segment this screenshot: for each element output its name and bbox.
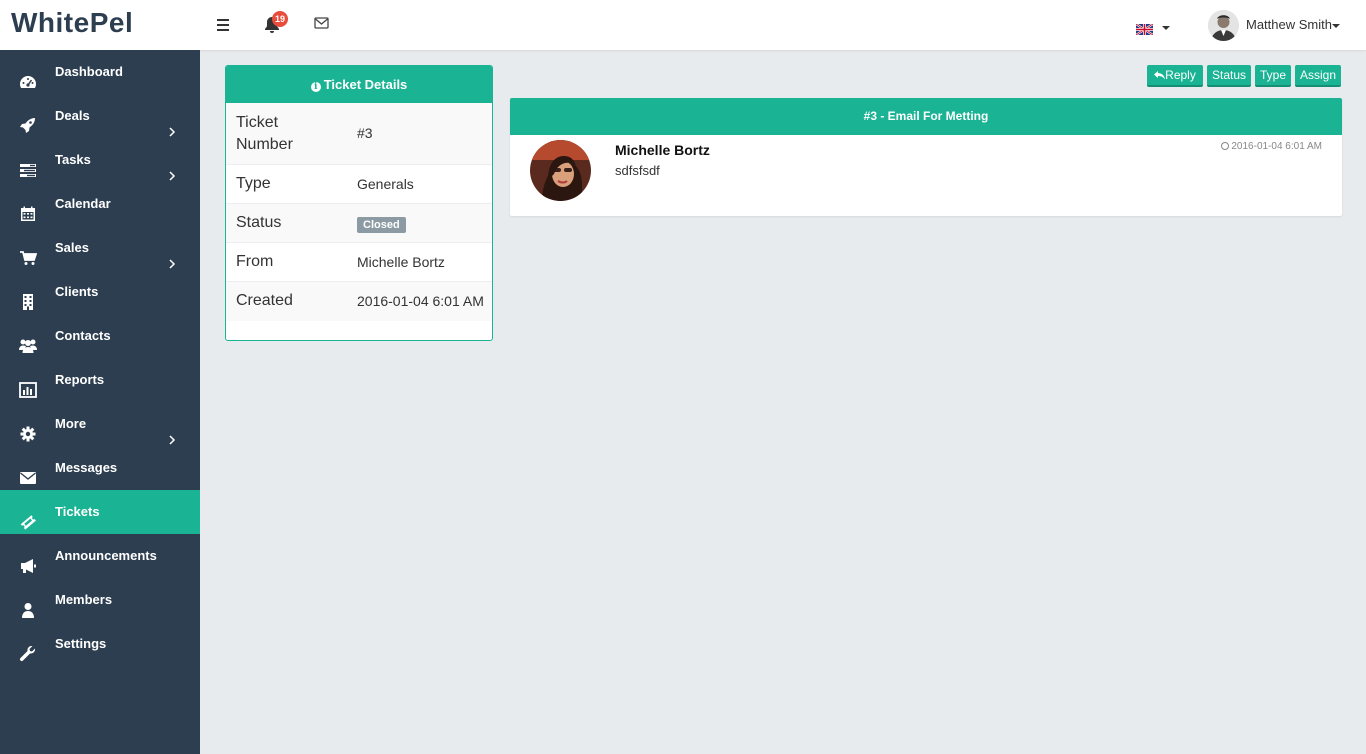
brand-logo[interactable]: WhitePel (0, 0, 200, 50)
sidebar-item-contacts[interactable]: Contacts (0, 314, 200, 358)
sidebar-item-settings[interactable]: Settings (0, 622, 200, 666)
sidebar-item-clients[interactable]: Clients (0, 270, 200, 314)
detail-row-type: Type Generals (226, 165, 492, 204)
author-avatar (530, 140, 591, 201)
detail-value: Generals (357, 176, 414, 192)
status-badge: Closed (357, 217, 406, 233)
sidebar-item-reports[interactable]: Reports (0, 358, 200, 402)
calendar-icon (19, 196, 37, 221)
sidebar-item-label: Settings (55, 636, 107, 651)
sidebar-item-members[interactable]: Members (0, 578, 200, 622)
info-icon: i (310, 82, 321, 92)
ticket-message-title: #3 - Email For Metting (510, 98, 1342, 135)
reply-label: Reply (1165, 68, 1196, 82)
language-dropdown-caret-icon[interactable] (1162, 26, 1170, 30)
sidebar-item-more[interactable]: More (0, 402, 200, 446)
ticket-message-card: #3 - Email For Metting Michelle Bortz sd… (510, 98, 1342, 216)
message-body: sdfsfsdf (615, 163, 660, 178)
sidebar-item-messages[interactable]: Messages (0, 446, 200, 490)
ticket-details-card: i Ticket Details Ticket Number #3 Type Ge… (225, 65, 493, 341)
chevron-right-icon (169, 419, 176, 445)
detail-label: Type (236, 175, 271, 192)
tasks-icon (19, 152, 37, 177)
type-button[interactable]: Type (1255, 65, 1291, 87)
chevron-right-icon (169, 243, 176, 269)
detail-label: Ticket Number (236, 114, 293, 153)
sidebar-item-tickets[interactable]: Tickets (0, 490, 200, 534)
detail-row-created: Created 2016-01-04 6:01 AM (226, 282, 492, 321)
sidebar-item-label: Tasks (55, 152, 91, 167)
sidebar-item-calendar[interactable]: Calendar (0, 182, 200, 226)
sidebar-item-label: Tickets (55, 504, 100, 519)
sidebar-item-label: Deals (55, 108, 90, 123)
sidebar-item-label: Announcements (55, 548, 157, 563)
user-name[interactable]: Matthew Smith (1246, 17, 1332, 32)
bar-chart-icon (19, 372, 37, 398)
building-icon (19, 284, 37, 310)
message-time: 2016-01-04 6:01 AM (1231, 141, 1322, 152)
ticket-icon (19, 504, 37, 530)
reply-icon (1154, 71, 1166, 80)
envelope-icon (19, 460, 37, 484)
bullhorn-icon (19, 548, 37, 573)
sidebar-item-label: Members (55, 592, 113, 607)
sidebar-item-label: Dashboard (55, 64, 123, 79)
status-button[interactable]: Status (1207, 65, 1251, 87)
wrench-icon (19, 636, 37, 662)
sidebar-item-label: Sales (55, 240, 89, 255)
detail-value: #3 (357, 125, 373, 141)
ticket-details-header: i Ticket Details (226, 66, 492, 103)
users-icon (19, 328, 37, 353)
detail-row-from: From Michelle Bortz (226, 243, 492, 282)
menu-toggle-icon[interactable] (217, 16, 235, 34)
detail-row-status: Status Closed (226, 204, 492, 243)
reply-button[interactable]: Reply (1147, 65, 1203, 87)
user-avatar[interactable] (1208, 10, 1239, 41)
gear-icon (19, 416, 37, 442)
sidebar-item-label: Clients (55, 284, 99, 299)
cart-icon (19, 240, 38, 265)
detail-label: From (236, 253, 274, 270)
user-dropdown-caret-icon[interactable] (1332, 24, 1340, 28)
sidebar-item-label: Calendar (55, 196, 111, 211)
sidebar-item-tasks[interactable]: Tasks (0, 138, 200, 182)
sidebar: Dashboard Deals Tasks Calendar Sales Cli… (0, 50, 200, 754)
uk-flag-icon[interactable] (1135, 22, 1154, 36)
assign-button[interactable]: Assign (1295, 65, 1341, 87)
detail-value: 2016-01-04 6:01 AM (357, 293, 484, 309)
author-name: Michelle Bortz (615, 142, 710, 158)
chevron-right-icon (169, 111, 176, 137)
detail-row-ticket-number: Ticket Number #3 (226, 103, 492, 165)
sidebar-item-label: Contacts (55, 328, 111, 343)
dashboard-icon (19, 64, 37, 88)
clock-icon (1221, 142, 1230, 150)
sidebar-item-dashboard[interactable]: Dashboard (0, 50, 200, 94)
message-timestamp: 2016-01-04 6:01 AM (1221, 141, 1322, 152)
chevron-right-icon (169, 155, 176, 181)
detail-label: Created (236, 292, 293, 309)
top-bar: WhitePel 19 Matthew Smith (0, 0, 1366, 50)
mail-icon[interactable] (314, 16, 332, 34)
user-icon (19, 592, 37, 618)
ticket-details-title: Ticket Details (323, 77, 408, 92)
notification-count-badge: 19 (272, 11, 288, 27)
detail-label: Status (236, 214, 282, 231)
sidebar-item-label: Reports (55, 372, 105, 387)
sidebar-item-label: Messages (55, 460, 118, 475)
sidebar-item-label: More (55, 416, 87, 431)
rocket-icon (19, 108, 37, 133)
sidebar-item-deals[interactable]: Deals (0, 94, 200, 138)
sidebar-item-sales[interactable]: Sales (0, 226, 200, 270)
sidebar-item-announcements[interactable]: Announcements (0, 534, 200, 578)
detail-value: Michelle Bortz (357, 254, 445, 270)
